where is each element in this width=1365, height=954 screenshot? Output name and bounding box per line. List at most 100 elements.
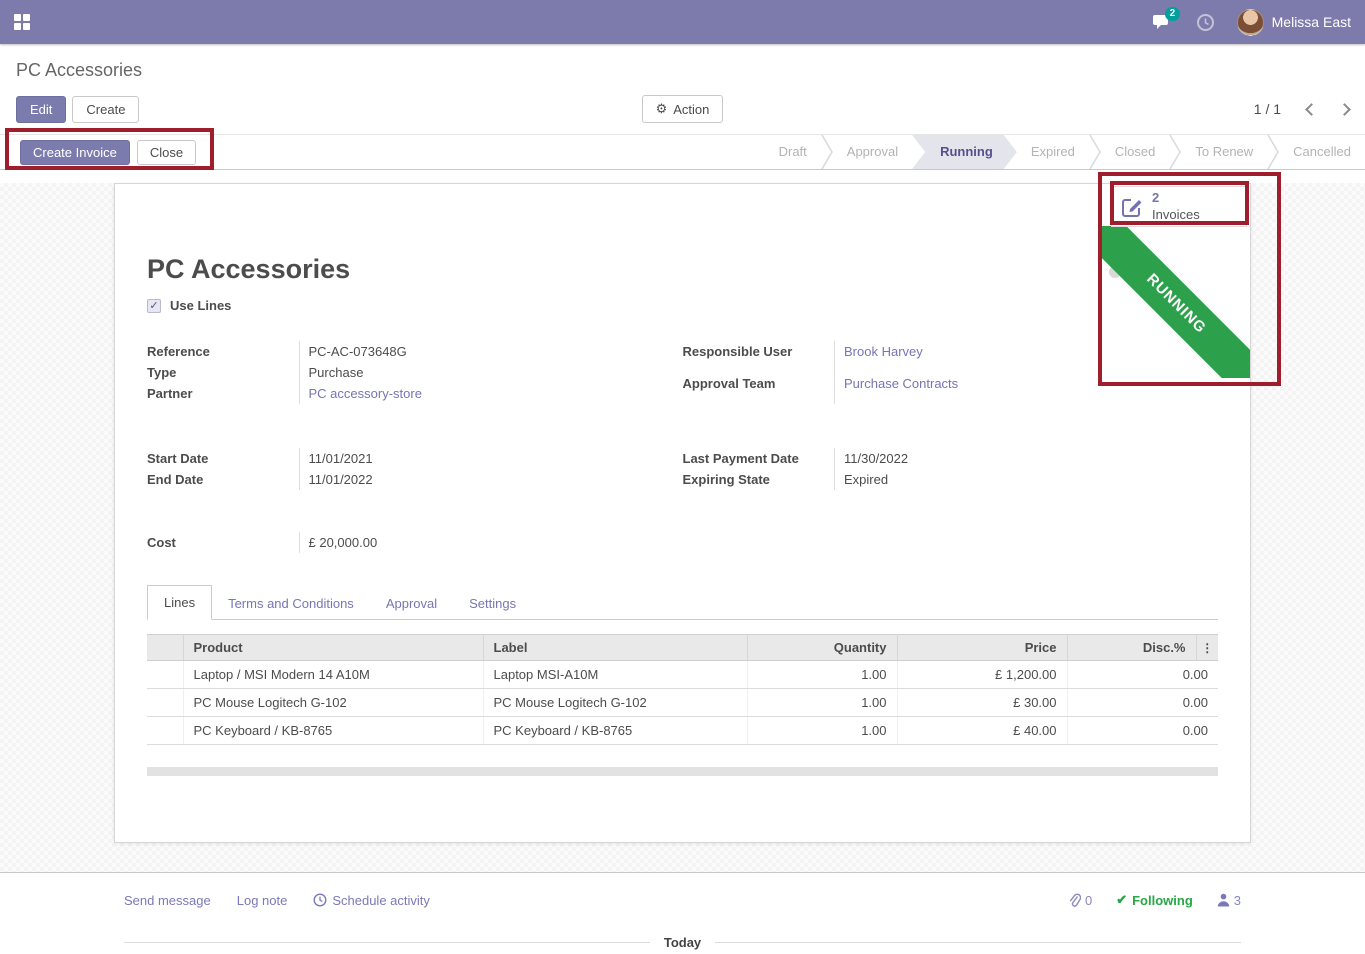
date-divider: Today <box>124 935 1241 950</box>
column-quantity[interactable]: Quantity <box>747 635 897 661</box>
field-group-main-left: Reference PC-AC-073648G Type Purchase Pa… <box>147 341 661 404</box>
approval-team-link[interactable]: Purchase Contracts <box>835 373 1197 405</box>
stage-approval[interactable]: Approval <box>833 135 912 169</box>
stage-running-active[interactable]: Running <box>912 135 1017 169</box>
field-label: Partner <box>147 383 299 404</box>
create-button[interactable]: Create <box>72 96 139 123</box>
field-label: End Date <box>147 469 299 490</box>
field-row: Start Date 11/01/2021 <box>147 448 661 469</box>
column-label[interactable]: Label <box>483 635 747 661</box>
field-group-main-right: Responsible User Brook Harvey Approval T… <box>683 341 1197 404</box>
field-label: Last Payment Date <box>683 448 835 469</box>
edit-button[interactable]: Edit <box>16 96 66 123</box>
table-row[interactable]: PC Mouse Logitech G-102 PC Mouse Logitec… <box>147 689 1218 717</box>
use-lines-checkbox[interactable]: ✓ <box>147 299 161 313</box>
table-header-row: Product Label Quantity Price Disc.% ⋮ <box>147 635 1218 661</box>
end-date-value: 11/01/2022 <box>299 469 661 490</box>
tab-terms-and-conditions[interactable]: Terms and Conditions <box>212 587 370 620</box>
column-disc[interactable]: Disc.% <box>1067 635 1196 661</box>
stage-closed[interactable]: Closed <box>1101 135 1169 169</box>
form-view-background: 2 Invoices RUNNING PC Accessories ✓ Use … <box>0 183 1365 872</box>
checkbox-check-icon: ✓ <box>149 300 158 312</box>
action-button[interactable]: ⚙ Action <box>642 95 724 123</box>
reference-value: PC-AC-073648G <box>299 341 661 362</box>
tab-settings[interactable]: Settings <box>453 587 532 620</box>
field-label: Type <box>147 362 299 383</box>
stage-expired[interactable]: Expired <box>1017 135 1089 169</box>
column-product[interactable]: Product <box>183 635 483 661</box>
type-value: Purchase <box>299 362 661 383</box>
tab-approval[interactable]: Approval <box>370 587 453 620</box>
stage-cancelled[interactable]: Cancelled <box>1279 135 1365 169</box>
stage-draft[interactable]: Draft <box>765 135 821 169</box>
cell-product: PC Keyboard / KB-8765 <box>183 717 483 745</box>
cell-price: £ 30.00 <box>897 689 1067 717</box>
attachments-button[interactable]: 0 <box>1068 893 1092 908</box>
tab-lines[interactable]: Lines <box>147 585 212 620</box>
close-button[interactable]: Close <box>137 140 196 165</box>
placeholder-dot <box>1109 266 1121 278</box>
cell-label: Laptop MSI-A10M <box>483 661 747 689</box>
log-note-button[interactable]: Log note <box>237 893 288 908</box>
following-button[interactable]: ✔ Following <box>1116 892 1193 908</box>
field-group-cost: Cost £ 20,000.00 <box>147 532 661 553</box>
cell-product: PC Mouse Logitech G-102 <box>183 689 483 717</box>
field-row: Cost £ 20,000.00 <box>147 532 661 553</box>
create-invoice-button[interactable]: Create Invoice <box>20 140 130 165</box>
breadcrumb[interactable]: PC Accessories <box>16 60 1349 81</box>
schedule-activity-button[interactable]: Schedule activity <box>313 893 430 908</box>
cell-disc: 0.00 <box>1067 689 1218 717</box>
person-icon <box>1217 893 1230 907</box>
stage-separator-icon <box>1089 135 1101 169</box>
cell-disc: 0.00 <box>1067 717 1218 745</box>
cell-disc: 0.00 <box>1067 661 1218 689</box>
attachments-count: 0 <box>1085 893 1092 908</box>
responsible-user-link[interactable]: Brook Harvey <box>835 341 1197 373</box>
notebook-tabs: Lines Terms and Conditions Approval Sett… <box>147 583 1218 620</box>
row-handle-cell <box>147 689 183 717</box>
pager-next-icon[interactable] <box>1338 103 1351 116</box>
field-row: Last Payment Date 11/30/2022 <box>683 448 1197 469</box>
schedule-activity-label: Schedule activity <box>332 893 430 908</box>
cell-product: Laptop / MSI Modern 14 A10M <box>183 661 483 689</box>
send-message-button[interactable]: Send message <box>124 893 211 908</box>
pencil-square-icon <box>1120 195 1144 219</box>
field-label: Approval Team <box>683 373 835 405</box>
cell-price: £ 40.00 <box>897 717 1067 745</box>
pager-counter: 1 / 1 <box>1254 101 1281 117</box>
last-payment-date-value: 11/30/2022 <box>835 448 1197 469</box>
cell-quantity: 1.00 <box>747 661 897 689</box>
messages-menu[interactable]: 2 <box>1153 14 1174 31</box>
field-row: Responsible User Brook Harvey <box>683 341 1197 373</box>
activities-menu[interactable] <box>1196 13 1215 32</box>
field-group-dates-left: Start Date 11/01/2021 End Date 11/01/202… <box>147 448 661 490</box>
followers-button[interactable]: 3 <box>1217 893 1241 908</box>
invoices-stat-button[interactable]: 2 Invoices <box>1111 186 1247 227</box>
row-handle-column <box>147 635 183 661</box>
apps-menu-icon[interactable] <box>14 14 30 30</box>
stage-to-renew[interactable]: To Renew <box>1181 135 1267 169</box>
pager-previous-icon[interactable] <box>1305 103 1318 116</box>
clock-icon <box>313 893 327 907</box>
control-panel: PC Accessories Edit Create ⚙ Action 1 / … <box>0 44 1365 134</box>
column-price[interactable]: Price <box>897 635 1067 661</box>
table-row[interactable]: PC Keyboard / KB-8765 PC Keyboard / KB-8… <box>147 717 1218 745</box>
table-row[interactable]: Laptop / MSI Modern 14 A10M Laptop MSI-A… <box>147 661 1218 689</box>
field-row: Approval Team Purchase Contracts <box>683 373 1197 405</box>
partner-link[interactable]: PC accessory-store <box>299 383 661 404</box>
stage-pipeline: Draft Approval Running Expired Closed To… <box>765 135 1365 169</box>
record-title: PC Accessories <box>147 254 1218 285</box>
field-row: Type Purchase <box>147 362 661 383</box>
stage-separator-icon <box>1169 135 1181 169</box>
optional-columns-icon[interactable]: ⋮ <box>1196 635 1218 661</box>
cell-quantity: 1.00 <box>747 717 897 745</box>
gear-icon: ⚙ <box>656 101 668 117</box>
use-lines-label: Use Lines <box>170 298 231 313</box>
stage-separator-icon <box>821 135 833 169</box>
field-row: Partner PC accessory-store <box>147 383 661 404</box>
date-divider-label: Today <box>664 935 701 950</box>
user-menu[interactable]: Melissa East <box>1237 9 1351 36</box>
cell-price: £ 1,200.00 <box>897 661 1067 689</box>
field-row: Expiring State Expired <box>683 469 1197 490</box>
field-group-dates-right: Last Payment Date 11/30/2022 Expiring St… <box>683 448 1197 490</box>
